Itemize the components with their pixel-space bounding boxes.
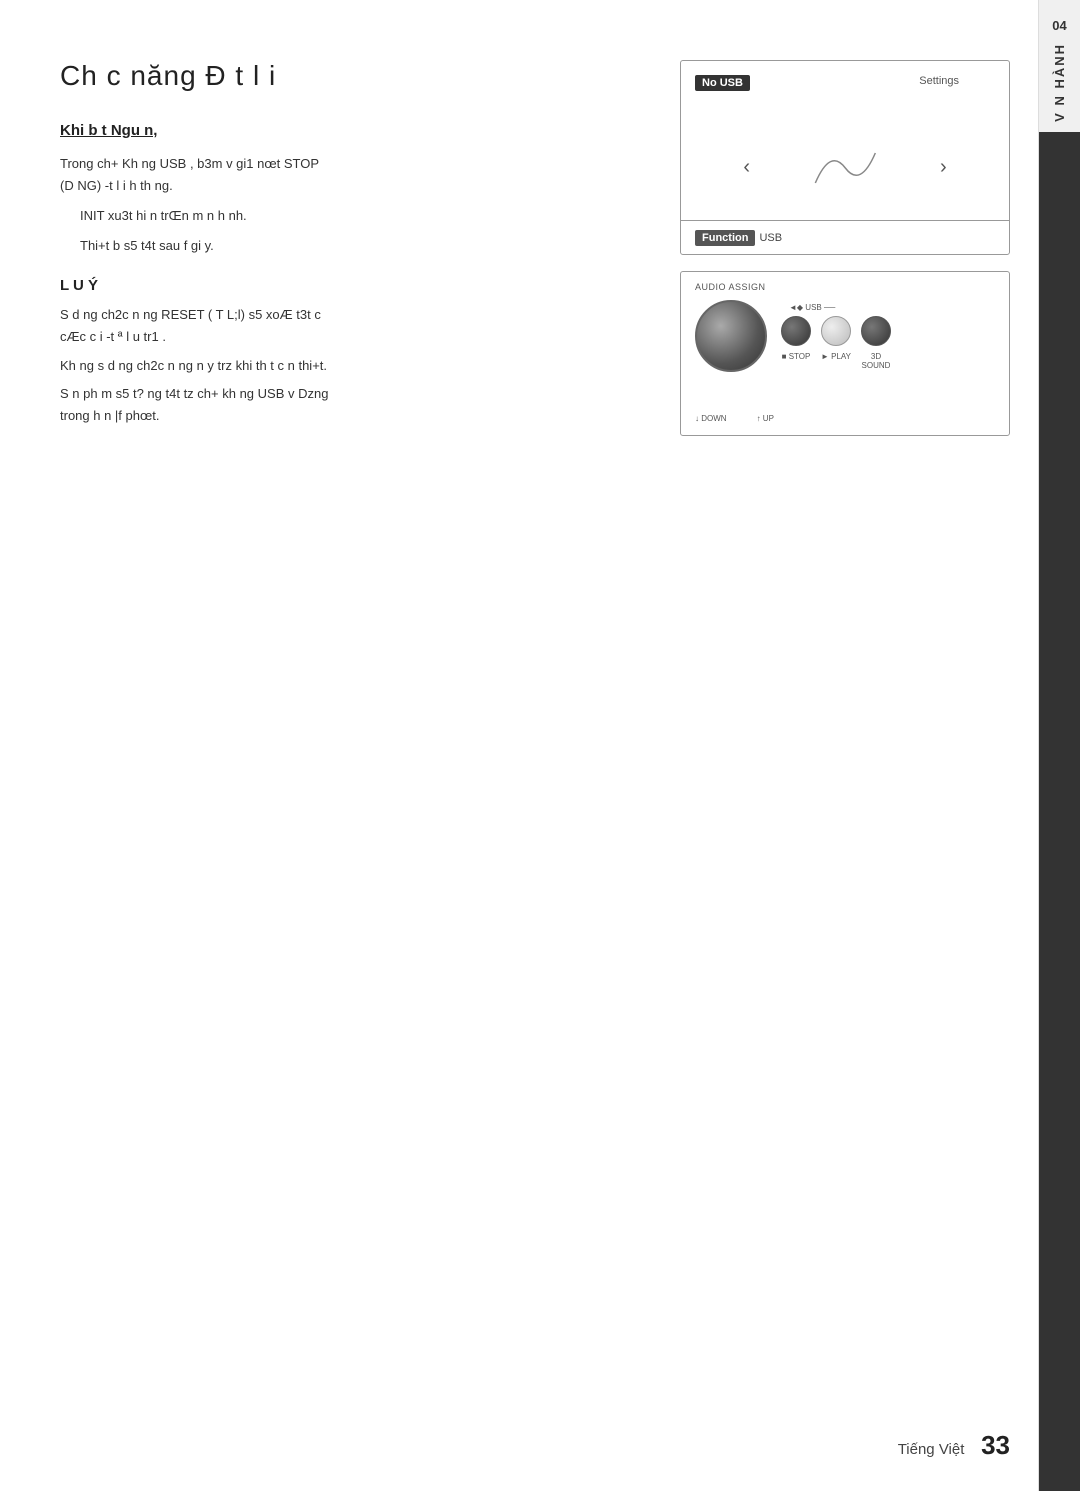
left-arrow-icon: ‹ — [743, 156, 750, 179]
remote-controls: ◄◆ USB ── ■ STOP ► PLAY 3D SOUND — [695, 300, 995, 372]
function-label: Function — [695, 230, 755, 246]
body-para-1: Trong ch+ Kh ng USB , b3m v gi1 nœt STOP… — [60, 153, 620, 197]
usb-line: ◄◆ USB ── — [781, 303, 835, 312]
dial-knob — [695, 300, 767, 372]
usb-label: USB — [759, 232, 782, 244]
play-label: ► PLAY — [821, 352, 851, 370]
buttons-area: ◄◆ USB ── ■ STOP ► PLAY 3D SOUND — [781, 303, 891, 370]
note-line-2: Kh ng s d ng ch2c n ng n y trz khi th t … — [60, 355, 620, 377]
display-diagram: No USB Settings ‹ › Function USB — [680, 60, 1010, 255]
right-panel: No USB Settings ‹ › Function USB AUDIO A… — [680, 60, 1020, 436]
note-line-3: S n ph m s5 t? ng t4t tz ch+ kh ng USB v… — [60, 383, 620, 427]
button-row — [781, 316, 891, 346]
usb-connector-icon: ◄◆ USB ── — [789, 303, 835, 312]
down-icon: ↓ DOWN — [695, 414, 727, 423]
body-para-3: Thi+t b s5 t4t sau f gi y. — [80, 235, 620, 257]
side-tab: 04 V N HÀNH — [1038, 0, 1080, 1491]
no-usb-label: No USB — [695, 75, 750, 91]
display-bottom-bar: Function USB — [681, 220, 1009, 254]
stop-button[interactable] — [781, 316, 811, 346]
stop-label: ■ STOP — [781, 352, 811, 370]
sound-label: 3D SOUND — [861, 352, 891, 370]
settings-label: Settings — [919, 75, 959, 87]
chapter-number: 04 — [1052, 18, 1066, 33]
note-heading: L U Ý — [60, 277, 620, 294]
display-arrows: ‹ › — [743, 143, 946, 193]
audio-assign-label: AUDIO ASSIGN — [695, 282, 995, 292]
footer-language: Tiếng Việt — [898, 1441, 965, 1458]
right-arrow-icon: › — [940, 156, 947, 179]
down-up-labels: ↓ DOWN ↑ UP — [695, 414, 774, 423]
side-tab-accent — [1039, 132, 1080, 1491]
up-icon: ↑ UP — [757, 414, 774, 423]
sound-button[interactable] — [861, 316, 891, 346]
page-title: Ch c năng Đ t l i — [60, 60, 620, 92]
footer: Tiếng Việt 33 — [898, 1430, 1010, 1461]
section-heading: Khi b t Ngu n, — [60, 122, 620, 139]
main-content: Ch c năng Đ t l i Khi b t Ngu n, Trong c… — [60, 60, 620, 433]
body-para-2: INIT xu3t hi n trŒn m n h nh. — [80, 205, 620, 227]
note-line-1: S d ng ch2c n ng RESET ( T L;l) s5 xoÆ t… — [60, 304, 620, 348]
remote-diagram: AUDIO ASSIGN ◄◆ USB ── ■ STOP ► PLAY 3D … — [680, 271, 1010, 436]
chapter-title: V N HÀNH — [1052, 43, 1067, 122]
play-button[interactable] — [821, 316, 851, 346]
button-labels: ■ STOP ► PLAY 3D SOUND — [781, 352, 891, 370]
audio-curve-icon — [810, 143, 880, 193]
page-number: 33 — [981, 1430, 1010, 1460]
